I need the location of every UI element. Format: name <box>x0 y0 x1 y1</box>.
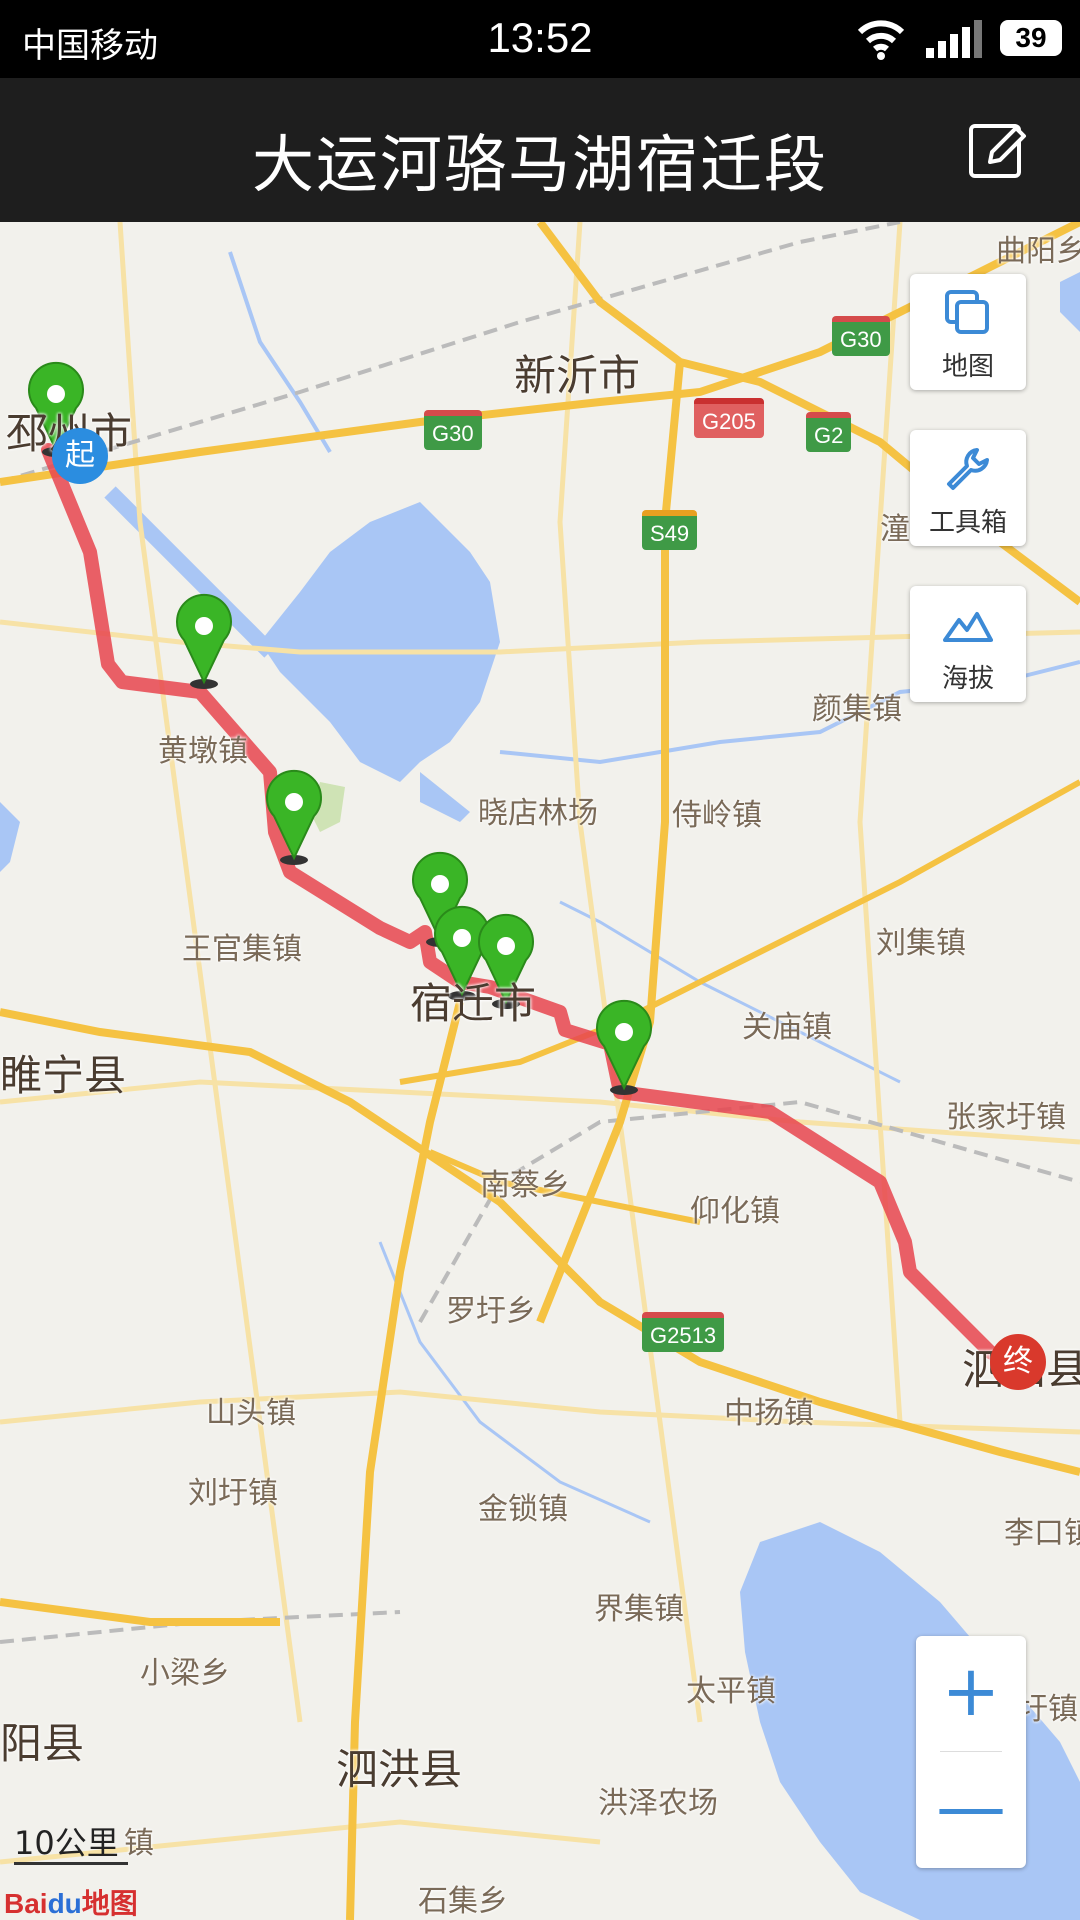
map-label: 刘圩镇 <box>188 1476 278 1511</box>
toolbox-button[interactable]: 工具箱 <box>910 430 1026 546</box>
map-label: 刘集镇 <box>876 926 966 961</box>
road-shield: S49 <box>642 510 698 550</box>
map-label: 仰化镇 <box>690 1194 780 1229</box>
wrench-icon <box>947 448 989 490</box>
signal-icon <box>926 20 982 58</box>
altitude-button[interactable]: 海拔 <box>910 586 1026 702</box>
map-label: 泗洪县 <box>336 1745 463 1794</box>
map-label: 颜集镇 <box>812 692 902 727</box>
map-label: 关庙镇 <box>742 1010 832 1045</box>
toolbox-label: 工具箱 <box>928 508 1007 538</box>
map-label: 石集乡 <box>418 1884 508 1919</box>
map-label: 侍岭镇 <box>672 798 762 833</box>
road-shield: G2513 <box>642 1312 725 1352</box>
map-label: 太平镇 <box>686 1674 776 1709</box>
map-label: 金锁镇 <box>478 1492 568 1527</box>
route-start-badge[interactable]: 起 <box>52 428 108 484</box>
route-end-badge[interactable]: 终 <box>990 1334 1046 1390</box>
zoom-in-button[interactable]: + <box>916 1636 1026 1752</box>
map-label: 中扬镇 <box>724 1396 814 1431</box>
clock: 13:52 <box>487 14 593 61</box>
logo-paw: du <box>47 1888 82 1919</box>
map-label: 晓店林场 <box>478 796 598 831</box>
map-label: 李口镇 <box>1004 1516 1080 1551</box>
page-title: 大运河骆马湖宿迁段 <box>251 128 828 201</box>
map-label: 山头镇 <box>206 1396 296 1431</box>
map-label: 南蔡乡 <box>480 1168 570 1203</box>
road-shield: G30 <box>424 410 482 450</box>
altitude-label: 海拔 <box>941 664 994 694</box>
map-label: 黄墩镇 <box>158 734 248 769</box>
map-label: 睢宁县 <box>0 1051 127 1100</box>
map-label: 曲阳乡 <box>996 234 1080 269</box>
map-label: 小梁乡 <box>140 1656 230 1691</box>
map-label: 张家圩镇 <box>946 1100 1066 1135</box>
map-view[interactable]: 曲阳乡 新沂市 邳州市 潼阳 颜集镇 黄墩镇 晓店林场 侍岭镇 王官集镇 刘集镇… <box>0 222 1080 1920</box>
mountain-icon <box>943 612 993 642</box>
nav-bar: 大运河骆马湖宿迁段 <box>0 78 1080 222</box>
road-shield: G2 <box>806 412 852 452</box>
map-label: 宿迁市 <box>410 979 537 1028</box>
logo-text-right: 地图 <box>81 1888 138 1919</box>
road-shield: G205 <box>694 398 764 438</box>
logo-text-left: Bai <box>4 1888 48 1919</box>
zoom-control: + — <box>916 1636 1026 1868</box>
zoom-out-button[interactable]: — <box>916 1752 1026 1868</box>
map-label: 镇 <box>124 1826 154 1861</box>
map-label: 阳县 <box>0 1719 85 1768</box>
baidu-map-logo: Baidu地图 <box>4 1882 138 1920</box>
wifi-icon <box>857 20 905 60</box>
map-label: 罗圩乡 <box>446 1294 536 1329</box>
edit-icon[interactable] <box>968 120 1028 180</box>
map-label: 新沂市 <box>514 351 641 400</box>
map-layer-label: 地图 <box>941 352 994 382</box>
map-label: 洪泽农场 <box>598 1786 718 1821</box>
layers-icon <box>945 290 989 334</box>
scale-label: 10公里 <box>14 1824 119 1862</box>
road-shield: G30 <box>832 316 890 356</box>
map-label: 王官集镇 <box>182 932 302 967</box>
map-layer-button[interactable]: 地图 <box>910 274 1026 390</box>
scale-bar <box>14 1862 128 1865</box>
battery-indicator: 39 <box>1000 20 1062 56</box>
map-label: 界集镇 <box>594 1592 684 1627</box>
status-bar: 中国移动 13:52 39 <box>0 0 1080 78</box>
